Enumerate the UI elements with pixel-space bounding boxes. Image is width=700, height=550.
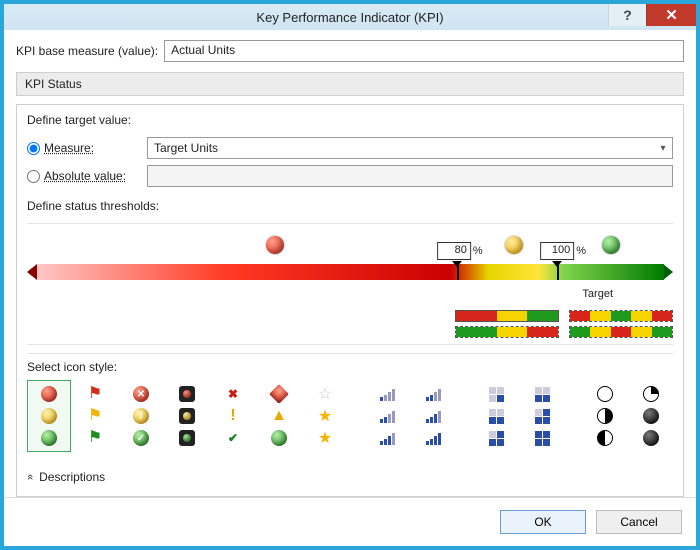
absolute-value-radio[interactable] [27,170,40,183]
icon-style-section: Select icon style: ⚑ ⚑ ⚑ ✕ ! [27,353,673,452]
icon-style-bars-full[interactable] [412,380,456,452]
absolute-value-radio-label: Absolute value: [44,169,126,183]
direction-option-rygyr[interactable] [569,310,673,322]
threshold-editor: 80 % 100 % [27,223,673,345]
define-thresholds-label: Define status thresholds: [27,199,673,213]
icon-style-bars-ascending[interactable] [366,380,410,452]
base-measure-label: KPI base measure (value): [16,44,158,58]
icon-style-pie-b[interactable] [629,380,673,452]
direction-option-gyryg[interactable] [569,326,673,338]
window-title: Key Performance Indicator (KPI) [4,10,696,25]
chevron-collapse-icon: « [24,474,36,480]
cancel-button[interactable]: Cancel [596,510,682,534]
measure-combobox[interactable]: Target Units ▾ [147,137,673,159]
threshold-1-unit: % [473,245,483,257]
threshold-marker-1-line [457,264,459,280]
measure-combobox-value: Target Units [148,139,654,157]
icon-style-flags[interactable]: ⚑ ⚑ ⚑ [73,380,117,452]
direction-option-ryg[interactable] [455,310,559,322]
status-dot-red [266,236,284,254]
dialog-footer: OK Cancel [4,497,696,546]
icon-style-traffic-circles[interactable] [27,380,71,452]
measure-radio[interactable] [27,142,40,155]
dialog-content: KPI base measure (value): Actual Units K… [4,30,696,497]
icon-style-grid: ⚑ ⚑ ⚑ ✕ ! ✓ ✖ [27,380,673,452]
target-label: Target [27,288,673,300]
titlebar: Key Performance Indicator (KPI) ? ✕ [4,4,696,30]
chevron-down-icon: ▾ [654,143,672,154]
descriptions-expander[interactable]: « Descriptions [27,466,673,488]
icon-style-traffic-lights[interactable] [165,380,209,452]
status-dot-green [602,236,620,254]
threshold-marker-2-line [557,264,559,280]
ok-button[interactable]: OK [500,510,586,534]
threshold-2-input[interactable]: 100 [540,242,574,260]
icon-style-shapes[interactable]: ▲ [257,380,301,452]
icon-style-boxes-4[interactable] [520,380,564,452]
direction-options [27,310,673,338]
threshold-2-unit: % [576,245,586,257]
slider-min-arrow-icon [27,264,37,280]
icon-style-boxes-3[interactable] [474,380,518,452]
define-target-label: Define target value: [27,113,673,127]
direction-option-gyr[interactable] [455,326,559,338]
icon-style-pie-a[interactable] [583,380,627,452]
kpi-dialog: Key Performance Indicator (KPI) ? ✕ KPI … [0,0,700,550]
slider-max-arrow-icon [663,264,673,280]
help-button[interactable]: ? [608,4,646,26]
icon-style-stars[interactable]: ☆ ★ ★ [303,380,347,452]
threshold-slider[interactable] [27,262,673,282]
icon-style-symbols-uncircled[interactable]: ✖ ! ✔ [211,380,255,452]
icon-style-symbol-circles[interactable]: ✕ ! ✓ [119,380,163,452]
kpi-status-header: KPI Status [16,72,684,96]
threshold-status-dots: 80 % 100 % [27,234,673,256]
measure-radio-label: Measure: [44,141,94,155]
base-measure-field[interactable]: Actual Units [164,40,684,62]
select-icon-style-label: Select icon style: [27,360,673,374]
titlebar-controls: ? ✕ [608,4,696,26]
kpi-status-group: Define target value: Measure: Target Uni… [16,104,684,497]
threshold-1-input[interactable]: 80 [437,242,471,260]
absolute-value-field[interactable] [147,165,673,187]
status-dot-yellow [505,236,523,254]
descriptions-label: Descriptions [39,470,105,484]
close-button[interactable]: ✕ [646,4,696,26]
